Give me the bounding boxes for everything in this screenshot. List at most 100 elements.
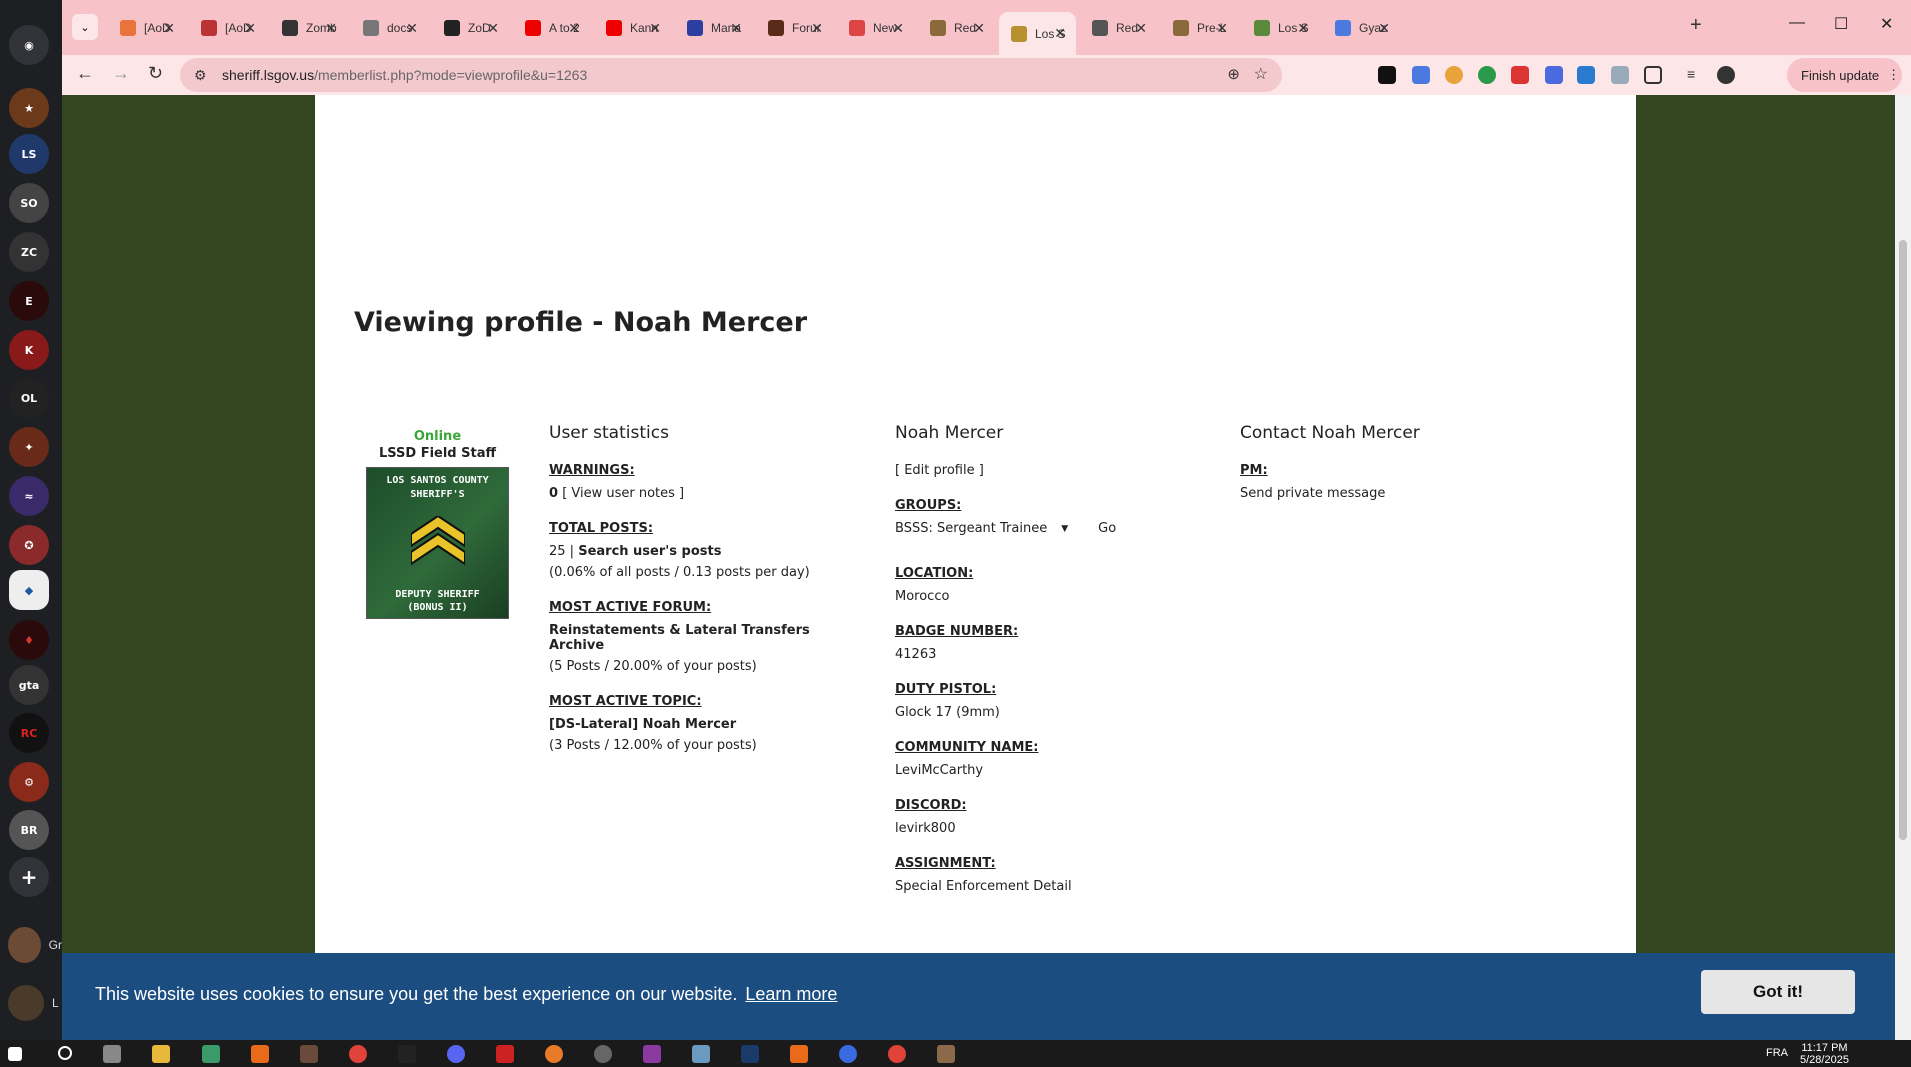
shield-icon[interactable] [1611, 66, 1629, 84]
clock[interactable]: 11:17 PM 5/28/2025 [1800, 1042, 1849, 1066]
app-icon[interactable] [251, 1045, 269, 1063]
server-icon[interactable]: SO [9, 183, 49, 223]
browser-tab[interactable]: Pre-L ✕ [1161, 12, 1238, 44]
page-scrollbar[interactable] [1895, 95, 1911, 1040]
server-icon[interactable]: ★ [9, 88, 49, 128]
groups-select[interactable]: BSSS: Sergeant Trainee ▼ [895, 521, 1068, 536]
settings-icon[interactable] [594, 1045, 612, 1063]
discord-home-icon[interactable]: ◉ [9, 25, 49, 65]
edit-profile-link[interactable]: [ Edit profile ] [895, 463, 1195, 478]
browser-tab[interactable]: Kann ✕ [594, 12, 671, 44]
browser-tab[interactable]: [AoD ✕ [189, 12, 266, 44]
app-icon[interactable] [545, 1045, 563, 1063]
close-tab-icon[interactable]: ✕ [649, 20, 661, 37]
windows-start-icon[interactable] [8, 1047, 22, 1061]
kebab-menu-icon[interactable]: ⋮ [1887, 67, 1900, 83]
browser-tab[interactable]: Forur ✕ [756, 12, 833, 44]
filezilla-icon[interactable] [496, 1045, 514, 1063]
server-icon[interactable]: ⚙ [9, 762, 49, 802]
close-tab-icon[interactable]: ✕ [730, 20, 742, 37]
browser-tab[interactable]: Red ✕ [918, 12, 995, 44]
browser-tab[interactable]: Red ✕ [1080, 12, 1157, 44]
extension-icon[interactable] [1545, 66, 1563, 84]
app-icon[interactable] [692, 1045, 710, 1063]
server-icon[interactable]: RC [9, 713, 49, 753]
search-posts-link[interactable]: Search user's posts [578, 544, 721, 559]
close-tab-icon[interactable]: ✕ [244, 20, 256, 37]
new-tab-button[interactable]: + [1690, 14, 1702, 37]
app-icon[interactable] [202, 1045, 220, 1063]
server-icon[interactable]: gta [9, 665, 49, 705]
user-panel[interactable]: Gr [0, 920, 62, 970]
address-bar[interactable]: ⚙ sheriff.lsgov.us/memberlist.php?mode=v… [180, 58, 1282, 92]
browser-tab[interactable]: ZoD ✕ [432, 12, 509, 44]
close-tab-icon[interactable]: ✕ [1135, 20, 1147, 37]
zoom-icon[interactable]: ⊕ [1227, 65, 1240, 83]
close-tab-icon[interactable]: ✕ [811, 20, 823, 37]
search-icon[interactable] [58, 1046, 72, 1060]
active-topic-link[interactable]: [DS-Lateral] Noah Mercer [549, 717, 849, 732]
go-button[interactable]: Go [1098, 521, 1116, 536]
browser-tab[interactable]: [AoD ✕ [108, 12, 185, 44]
close-window-icon[interactable]: ✕ [1880, 14, 1893, 34]
extensions-puzzle-icon[interactable] [1644, 66, 1662, 84]
app-icon[interactable] [839, 1045, 857, 1063]
active-forum-link[interactable]: Reinstatements & Lateral Transfers Archi… [549, 623, 849, 653]
app-icon[interactable] [790, 1045, 808, 1063]
media-controls-icon[interactable]: ≡ [1687, 66, 1705, 84]
bookmark-star-icon[interactable]: ☆ [1254, 64, 1268, 84]
close-tab-icon[interactable]: ✕ [1378, 20, 1390, 37]
site-settings-icon[interactable]: ⚙ [194, 67, 207, 84]
server-icon[interactable]: E [9, 281, 49, 321]
server-icon[interactable]: K [9, 330, 49, 370]
app-icon[interactable] [300, 1045, 318, 1063]
browser-tab[interactable]: Los S ✕ [1242, 12, 1319, 44]
close-tab-icon[interactable]: ✕ [892, 20, 904, 37]
server-icon[interactable]: ≈ [9, 476, 49, 516]
browser-tab[interactable]: docs ✕ [351, 12, 428, 44]
server-icon[interactable]: ✦ [9, 427, 49, 467]
close-tab-icon[interactable]: ✕ [406, 20, 418, 37]
chrome-icon[interactable] [888, 1045, 906, 1063]
grammarly-icon[interactable] [1478, 66, 1496, 84]
server-icon[interactable]: OL [9, 378, 49, 418]
translate-icon[interactable] [1412, 66, 1430, 84]
learn-more-link[interactable]: Learn more [745, 984, 837, 1004]
server-icon[interactable]: ♦ [9, 620, 49, 660]
close-tab-icon[interactable]: ✕ [973, 20, 985, 37]
chrome-icon[interactable] [349, 1045, 367, 1063]
close-tab-icon[interactable]: ✕ [163, 20, 175, 37]
server-icon[interactable]: LS [9, 134, 49, 174]
server-icon[interactable]: ✪ [9, 525, 49, 565]
discord-icon[interactable] [447, 1045, 465, 1063]
input-language[interactable]: FRA [1766, 1047, 1788, 1059]
app-icon[interactable] [937, 1045, 955, 1063]
app-icon[interactable] [643, 1045, 661, 1063]
reload-icon[interactable]: ↻ [148, 63, 163, 84]
close-tab-icon[interactable]: ✕ [325, 20, 337, 37]
close-tab-icon[interactable]: ✕ [568, 20, 580, 37]
browser-tab[interactable]: Gyaz ✕ [1323, 12, 1400, 44]
back-icon[interactable]: ← [76, 63, 94, 84]
add-server-icon[interactable]: + [9, 857, 49, 897]
close-tab-icon[interactable]: ✕ [1297, 20, 1309, 37]
steam-icon[interactable] [741, 1045, 759, 1063]
view-notes-link[interactable]: [ View user notes ] [562, 486, 684, 501]
epic-games-icon[interactable] [398, 1045, 416, 1063]
forward-icon[interactable]: → [112, 63, 130, 84]
user-panel[interactable]: L [0, 978, 62, 1028]
extension-icon[interactable] [1577, 66, 1595, 84]
close-tab-icon[interactable]: ✕ [1216, 20, 1228, 37]
maximize-icon[interactable]: ☐ [1834, 14, 1848, 34]
send-pm-link[interactable]: Send private message [1240, 486, 1540, 501]
got-it-button[interactable]: Got it! [1701, 970, 1855, 1014]
browser-tab[interactable]: A to 2 ✕ [513, 12, 590, 44]
browser-tab[interactable]: Mana ✕ [675, 12, 752, 44]
extension-icon[interactable] [1378, 66, 1396, 84]
browser-tab[interactable]: Los S ✕ [999, 12, 1076, 55]
close-tab-icon[interactable]: ✕ [1054, 25, 1066, 42]
scrollbar-thumb[interactable] [1899, 240, 1907, 840]
browser-tab[interactable]: New ✕ [837, 12, 914, 44]
browser-tab[interactable]: Zomb ✕ [270, 12, 347, 44]
server-icon[interactable]: ZC [9, 232, 49, 272]
